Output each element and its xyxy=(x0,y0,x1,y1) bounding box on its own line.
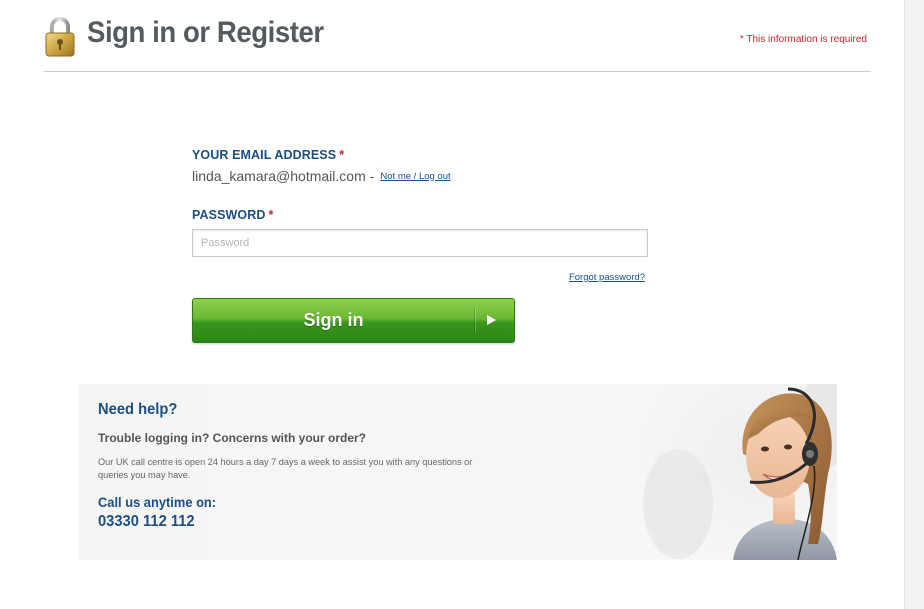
phone-number: 03330 112 112 xyxy=(98,513,195,530)
required-info-note: * This information is required xyxy=(739,34,867,45)
help-title: Need help? xyxy=(98,401,178,418)
page-title: Sign in or Register xyxy=(87,16,324,49)
email-label-text: YOUR EMAIL ADDRESS xyxy=(192,148,337,162)
support-agent-photo xyxy=(638,384,837,560)
signin-button-label: Sign in xyxy=(303,310,364,330)
page-header: Sign in or Register * This information i… xyxy=(44,0,871,72)
help-subtitle: Trouble logging in? Concerns with your o… xyxy=(98,431,367,445)
email-value: linda_kamara@hotmail.com xyxy=(192,168,366,184)
email-separator: - xyxy=(369,168,375,184)
signin-button[interactable]: Sign in xyxy=(192,298,515,343)
padlock-icon xyxy=(45,17,75,57)
email-label: YOUR EMAIL ADDRESS * xyxy=(192,148,652,162)
password-required-marker: * xyxy=(268,208,274,222)
forgot-password-link[interactable]: Forgot password? xyxy=(569,272,645,283)
password-label-text: PASSWORD xyxy=(192,208,266,222)
password-label: PASSWORD * xyxy=(192,208,273,222)
play-icon xyxy=(487,315,496,325)
help-body-text: Our UK call centre is open 24 hours a da… xyxy=(98,457,473,480)
password-input[interactable] xyxy=(192,229,648,257)
call-us-label: Call us anytime on: xyxy=(98,494,217,510)
email-row: linda_kamara@hotmail.com - Not me / Log … xyxy=(192,166,652,186)
page-scrollbar[interactable] xyxy=(904,0,924,609)
email-required-marker: * xyxy=(339,148,345,162)
signin-button-divider xyxy=(474,308,475,333)
signin-form: YOUR EMAIL ADDRESS * linda_kamara@hotmail… xyxy=(192,148,652,343)
not-me-logout-link[interactable]: Not me / Log out xyxy=(380,171,450,182)
help-panel: Need help? Trouble logging in? Concerns … xyxy=(78,384,837,560)
